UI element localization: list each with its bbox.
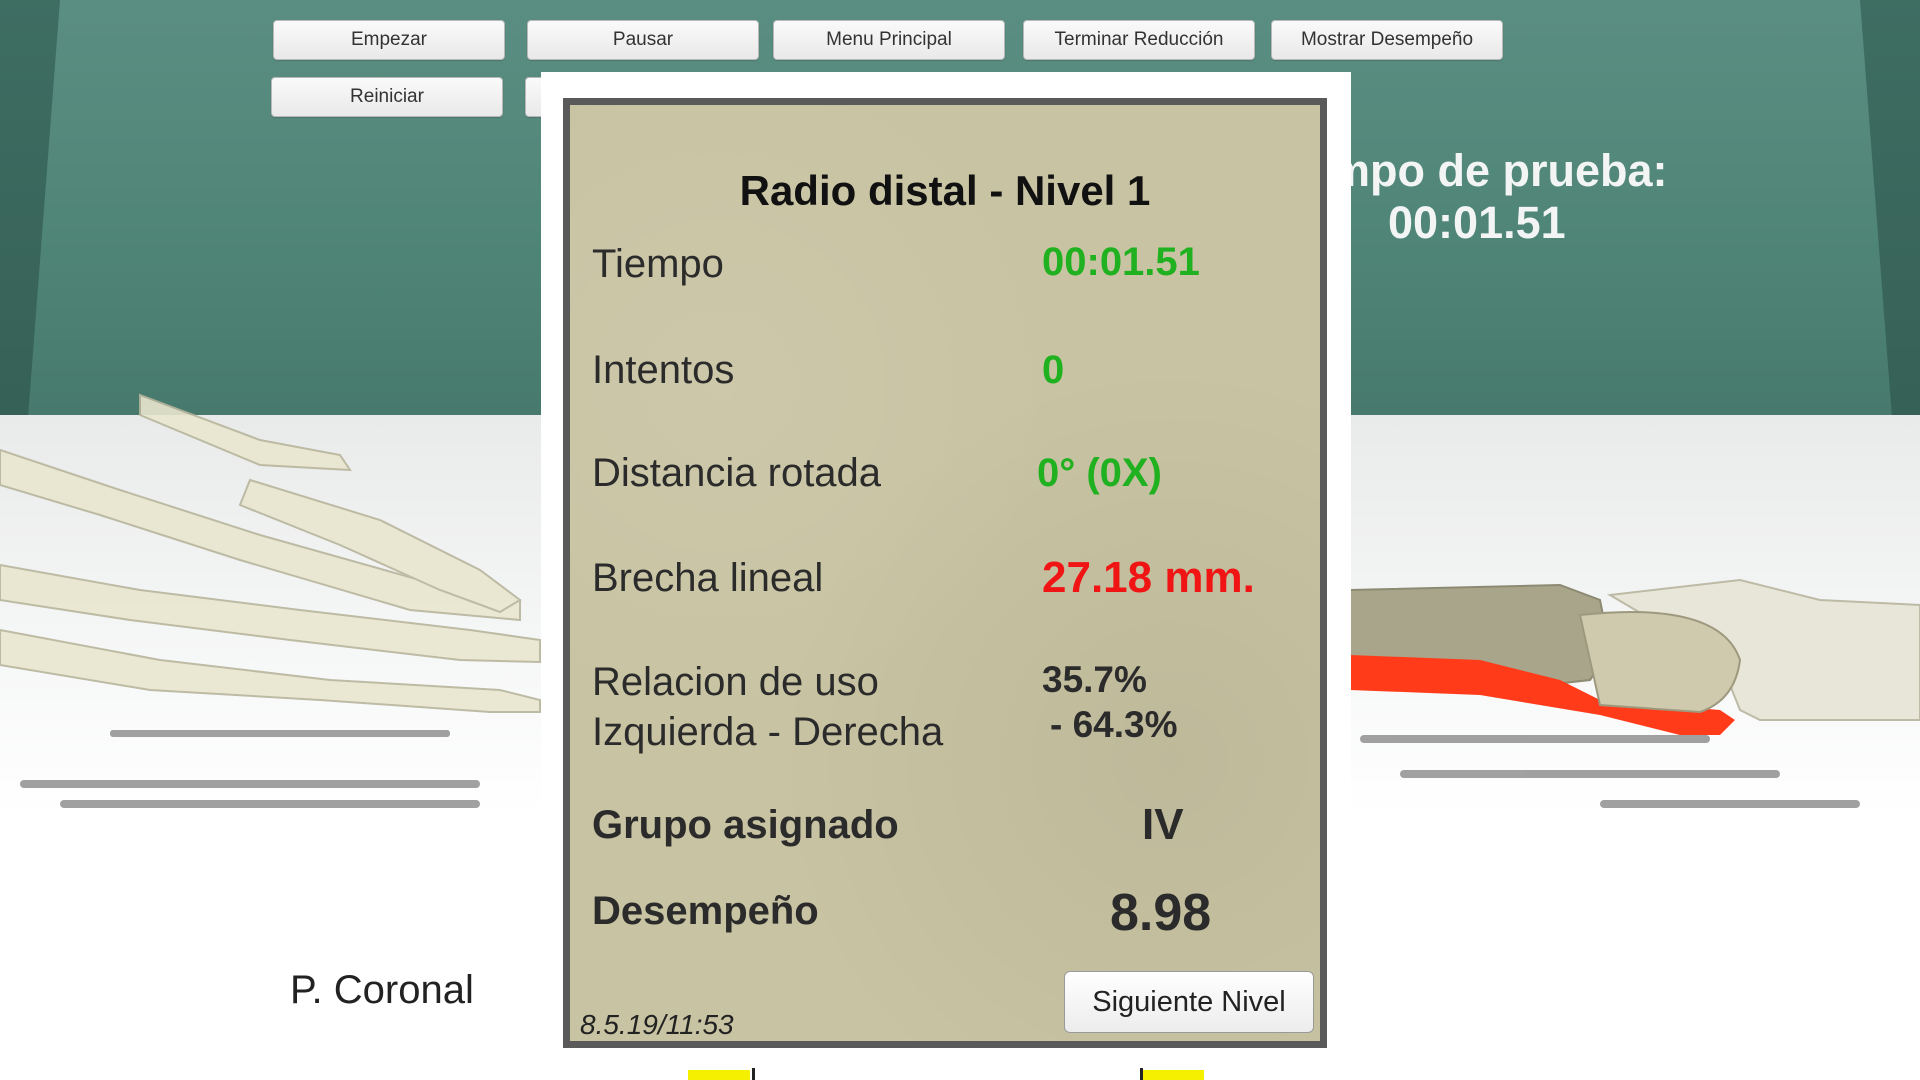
- main-menu-button[interactable]: Menu Principal: [773, 20, 1005, 60]
- view-plane-label: P. Coronal: [290, 968, 474, 1012]
- restart-button[interactable]: Reiniciar: [271, 77, 503, 117]
- hand-bones: [0, 393, 541, 713]
- right-marker: [1142, 1070, 1204, 1080]
- test-time-label: mpo de prueba:: [1330, 145, 1668, 196]
- usage-ratio-label: Relacion de uso: [592, 660, 879, 704]
- attempts-value: 0: [1042, 348, 1065, 392]
- usage-ratio-sides-label: Izquierda - Derecha: [592, 710, 944, 754]
- usage-right-value: - 64.3%: [1050, 704, 1178, 745]
- linear-gap-label: Brecha lineal: [592, 556, 824, 600]
- left-marker-line: [752, 1068, 755, 1080]
- linear-gap-value: 27.18 mm.: [1042, 553, 1255, 602]
- rotated-distance-value: 0° (0X): [1037, 451, 1162, 495]
- date-stamp: 8.5.19/11:53: [580, 1009, 734, 1040]
- usage-left-value: 35.7%: [1042, 659, 1147, 700]
- assigned-group-label: Grupo asignado: [592, 803, 899, 847]
- results-panel: Radio distal - Nivel 1 Tiempo 00:01.51 I…: [563, 98, 1327, 1048]
- test-time-value: 00:01.51: [1388, 197, 1566, 248]
- pause-button[interactable]: Pausar: [527, 20, 759, 60]
- results-title: Radio distal - Nivel 1: [739, 167, 1151, 214]
- attempts-label: Intentos: [592, 348, 735, 392]
- rotated-distance-label: Distancia rotada: [592, 451, 882, 495]
- performance-value: 8.98: [1110, 884, 1212, 942]
- forearm-bones: [1349, 578, 1920, 735]
- next-level-button[interactable]: Siguiente Nivel: [1064, 971, 1314, 1033]
- time-label: Tiempo: [592, 242, 724, 286]
- end-reduction-button[interactable]: Terminar Reducción: [1023, 20, 1255, 60]
- show-performance-button[interactable]: Mostrar Desempeño: [1271, 20, 1503, 60]
- start-button[interactable]: Empezar: [273, 20, 505, 60]
- right-marker-line: [1140, 1068, 1143, 1080]
- assigned-group-value: IV: [1142, 800, 1184, 849]
- performance-label: Desempeño: [592, 889, 819, 933]
- time-value: 00:01.51: [1042, 240, 1200, 284]
- left-marker: [688, 1070, 750, 1080]
